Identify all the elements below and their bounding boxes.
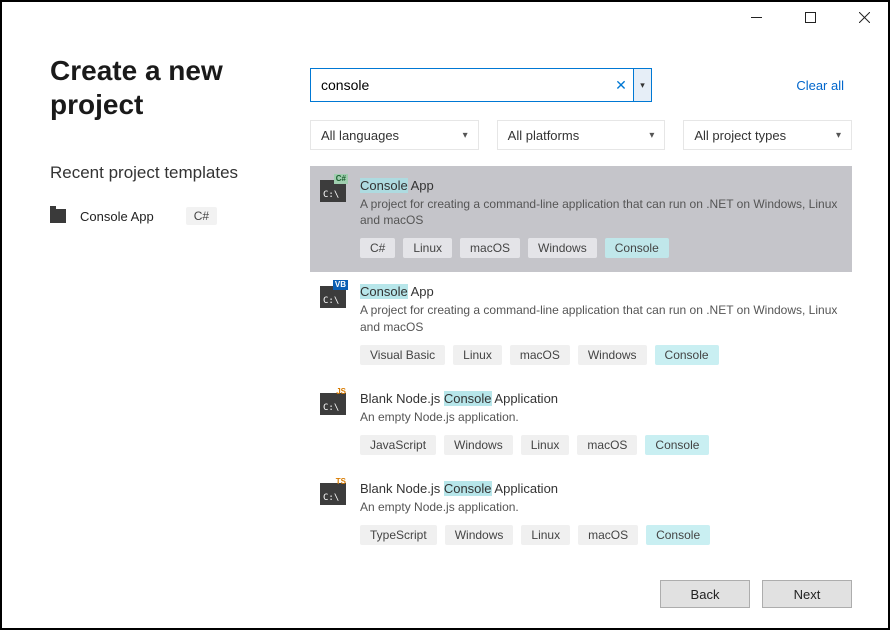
result-tags: JavaScript Windows Linux macOS Console	[360, 435, 842, 455]
search-row: ✕ ▾ Clear all	[310, 68, 852, 102]
tag: Windows	[445, 525, 514, 545]
result-tags: TypeScript Windows Linux macOS Console	[360, 525, 842, 545]
search-input[interactable]	[311, 69, 609, 101]
tag: TypeScript	[360, 525, 437, 545]
tag: macOS	[577, 435, 637, 455]
project-type-filter-label: All project types	[694, 128, 786, 143]
left-panel: Create a new project Recent project temp…	[50, 42, 310, 568]
tag: JavaScript	[360, 435, 436, 455]
chevron-down-icon: ▾	[463, 130, 468, 141]
back-button[interactable]: Back	[660, 580, 750, 608]
language-badge: VB	[333, 280, 348, 290]
result-tags: C# Linux macOS Windows Console	[360, 238, 842, 258]
search-box: ✕ ▾	[310, 68, 652, 102]
tag: Linux	[453, 345, 502, 365]
tag: macOS	[510, 345, 570, 365]
result-tags: Visual Basic Linux macOS Windows Console	[360, 345, 842, 365]
console-icon: C:\VB	[320, 286, 346, 308]
platform-filter[interactable]: All platforms ▾	[497, 120, 666, 150]
result-body: Blank Node.js Console Application An empt…	[360, 481, 842, 545]
page-title: Create a new project	[50, 54, 290, 121]
search-dropdown-toggle[interactable]: ▾	[633, 69, 651, 101]
result-body: Console App A project for creating a comm…	[360, 178, 842, 258]
result-body: Blank Node.js Console Application An empt…	[360, 391, 842, 455]
minimize-button[interactable]	[738, 5, 774, 29]
result-description: An empty Node.js application.	[360, 499, 842, 515]
tag: Console	[645, 435, 709, 455]
result-item[interactable]: C:\C# Console App A project for creating a…	[310, 166, 852, 272]
language-filter-label: All languages	[321, 128, 399, 143]
recent-item-language: C#	[186, 207, 217, 225]
result-title: Console App	[360, 178, 842, 193]
main-content: Create a new project Recent project temp…	[2, 32, 888, 568]
project-type-filter[interactable]: All project types ▾	[683, 120, 852, 150]
tag: Visual Basic	[360, 345, 445, 365]
close-button[interactable]	[846, 5, 882, 29]
result-body: Console App A project for creating a comm…	[360, 284, 842, 364]
language-filter[interactable]: All languages ▾	[310, 120, 479, 150]
chevron-down-icon: ▾	[649, 130, 654, 141]
tag: macOS	[578, 525, 638, 545]
tag: Windows	[528, 238, 597, 258]
window-titlebar	[2, 2, 888, 32]
tag: Linux	[521, 525, 570, 545]
result-description: A project for creating a command-line ap…	[360, 196, 842, 228]
result-title: Blank Node.js Console Application	[360, 481, 842, 496]
search-clear-icon[interactable]: ✕	[609, 69, 633, 101]
tag: macOS	[460, 238, 520, 258]
clear-all-link[interactable]: Clear all	[796, 78, 852, 93]
tag: Console	[646, 525, 710, 545]
platform-filter-label: All platforms	[508, 128, 580, 143]
tag: Windows	[578, 345, 647, 365]
recent-item-name: Console App	[80, 209, 154, 224]
tag: Console	[655, 345, 719, 365]
result-title: Console App	[360, 284, 842, 299]
maximize-button[interactable]	[792, 5, 828, 29]
result-item[interactable]: C:\VB Console App A project for creating a…	[310, 272, 852, 378]
result-title: Blank Node.js Console Application	[360, 391, 842, 406]
recent-template-item[interactable]: Console App C#	[50, 207, 290, 225]
tag: Linux	[521, 435, 570, 455]
result-item[interactable]: C:\JS Blank Node.js Console Application An…	[310, 379, 852, 469]
tag: Windows	[444, 435, 513, 455]
results-list: C:\C# Console App A project for creating a…	[310, 166, 852, 568]
console-icon: C:\JS	[320, 393, 346, 415]
tag: C#	[360, 238, 395, 258]
language-badge: TS	[334, 477, 348, 487]
result-description: An empty Node.js application.	[360, 409, 842, 425]
chevron-down-icon: ▾	[836, 130, 841, 141]
console-icon	[50, 209, 66, 223]
recent-heading: Recent project templates	[50, 163, 290, 183]
tag: Console	[605, 238, 669, 258]
tag: Linux	[403, 238, 452, 258]
console-icon: C:\TS	[320, 483, 346, 505]
right-panel: ✕ ▾ Clear all All languages ▾ All platfo…	[310, 68, 852, 568]
language-badge: C#	[334, 174, 348, 184]
next-button[interactable]: Next	[762, 580, 852, 608]
result-description: A project for creating a command-line ap…	[360, 302, 842, 334]
language-badge: JS	[334, 387, 348, 397]
result-item[interactable]: C:\TS Blank Node.js Console Application An…	[310, 469, 852, 559]
console-icon: C:\C#	[320, 180, 346, 202]
footer-buttons: Back Next	[660, 580, 852, 608]
filter-row: All languages ▾ All platforms ▾ All proj…	[310, 120, 852, 150]
